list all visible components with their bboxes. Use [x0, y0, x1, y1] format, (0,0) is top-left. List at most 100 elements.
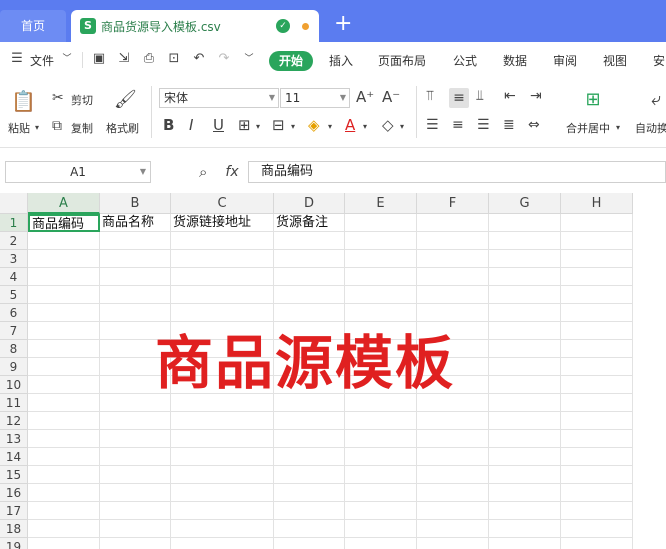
cell-d1[interactable]: 货源备注	[274, 214, 345, 232]
italic-icon[interactable]: I	[189, 117, 193, 133]
fill-color-icon[interactable]: ◈	[308, 117, 320, 133]
cell-a13[interactable]	[28, 430, 100, 448]
menu-page-layout[interactable]: 页面布局	[378, 52, 426, 69]
cell-g1[interactable]	[489, 214, 561, 232]
increase-font-icon[interactable]: A⁺	[356, 89, 374, 105]
cell-h4[interactable]	[561, 268, 633, 286]
cell-g13[interactable]	[489, 430, 561, 448]
cell-b5[interactable]	[100, 286, 171, 304]
cell-a2[interactable]	[28, 232, 100, 250]
undo-icon[interactable]: ↶	[192, 52, 206, 66]
cell-h17[interactable]	[561, 502, 633, 520]
cell-b1[interactable]: 商品名称	[100, 214, 171, 232]
cell-c2[interactable]	[171, 232, 274, 250]
cell-a11[interactable]	[28, 394, 100, 412]
cell-b2[interactable]	[100, 232, 171, 250]
cell-a9[interactable]	[28, 358, 100, 376]
cell-f14[interactable]	[417, 448, 489, 466]
cell-a5[interactable]	[28, 286, 100, 304]
row-header-15[interactable]: 15	[0, 466, 28, 484]
chevron-down-icon[interactable]: ▾	[256, 119, 260, 135]
bold-icon[interactable]: B	[163, 117, 174, 133]
cell-c19[interactable]	[171, 538, 274, 549]
fx-icon[interactable]: fx	[222, 164, 242, 180]
chevron-down-icon[interactable]: ▾	[616, 120, 620, 136]
cell-c3[interactable]	[171, 250, 274, 268]
cell-b17[interactable]	[100, 502, 171, 520]
cell-a3[interactable]	[28, 250, 100, 268]
cell-h18[interactable]	[561, 520, 633, 538]
tab-document[interactable]: S 商品货源导入模板.csv ✓	[71, 10, 319, 42]
distributed-icon[interactable]: ⇔	[528, 117, 540, 133]
auto-wrap-label[interactable]: 自动换	[635, 120, 666, 136]
cell-d5[interactable]	[274, 286, 345, 304]
cell-d2[interactable]	[274, 232, 345, 250]
cell-f16[interactable]	[417, 484, 489, 502]
row-header-7[interactable]: 7	[0, 322, 28, 340]
column-header-c[interactable]: C	[171, 193, 274, 214]
menu-review[interactable]: 审阅	[553, 52, 577, 69]
chevron-down-icon[interactable]: ﹀	[60, 52, 74, 66]
row-header-18[interactable]: 18	[0, 520, 28, 538]
menu-formula[interactable]: 公式	[453, 52, 477, 69]
cell-d4[interactable]	[274, 268, 345, 286]
menu-file[interactable]: 文件	[30, 52, 54, 69]
cell-c12[interactable]	[171, 412, 274, 430]
cell-g15[interactable]	[489, 466, 561, 484]
cell-b3[interactable]	[100, 250, 171, 268]
cell-a4[interactable]	[28, 268, 100, 286]
row-header-4[interactable]: 4	[0, 268, 28, 286]
cell-g14[interactable]	[489, 448, 561, 466]
column-header-e[interactable]: E	[345, 193, 417, 214]
cell-f3[interactable]	[417, 250, 489, 268]
tab-home[interactable]: 首页	[0, 10, 66, 42]
cell-e18[interactable]	[345, 520, 417, 538]
align-middle-icon[interactable]: ≡	[449, 88, 469, 108]
cell-b15[interactable]	[100, 466, 171, 484]
clear-format-icon[interactable]: ◇	[382, 117, 394, 133]
cell-h16[interactable]	[561, 484, 633, 502]
chevron-down-icon[interactable]: ▾	[363, 119, 367, 135]
cell-a15[interactable]	[28, 466, 100, 484]
cell-c13[interactable]	[171, 430, 274, 448]
underline-icon[interactable]: U	[213, 117, 224, 133]
cell-b19[interactable]	[100, 538, 171, 549]
cell-g4[interactable]	[489, 268, 561, 286]
cell-d15[interactable]	[274, 466, 345, 484]
cell-c4[interactable]	[171, 268, 274, 286]
cell-f4[interactable]	[417, 268, 489, 286]
cell-b18[interactable]	[100, 520, 171, 538]
cell-h5[interactable]	[561, 286, 633, 304]
save-icon[interactable]: ▣	[92, 52, 106, 66]
column-header-h[interactable]: H	[561, 193, 633, 214]
unsaved-dot-icon[interactable]	[302, 23, 309, 30]
more-chevron-icon[interactable]: ﹀	[242, 52, 256, 66]
border-icon[interactable]: ⊞	[238, 117, 251, 133]
column-header-f[interactable]: F	[417, 193, 489, 214]
cell-g18[interactable]	[489, 520, 561, 538]
cell-b4[interactable]	[100, 268, 171, 286]
cell-g2[interactable]	[489, 232, 561, 250]
row-header-17[interactable]: 17	[0, 502, 28, 520]
merge-center-label[interactable]: 合并居中	[566, 120, 610, 136]
cell-g16[interactable]	[489, 484, 561, 502]
indent-increase-icon[interactable]: ⇥	[530, 88, 542, 104]
cell-e3[interactable]	[345, 250, 417, 268]
cell-c15[interactable]	[171, 466, 274, 484]
cell-c5[interactable]	[171, 286, 274, 304]
cell-b13[interactable]	[100, 430, 171, 448]
align-top-icon[interactable]: ⫪	[426, 88, 434, 104]
cell-h15[interactable]	[561, 466, 633, 484]
cell-a8[interactable]	[28, 340, 100, 358]
cell-e15[interactable]	[345, 466, 417, 484]
cell-f2[interactable]	[417, 232, 489, 250]
cell-h6[interactable]	[561, 304, 633, 322]
cell-d14[interactable]	[274, 448, 345, 466]
cell-h7[interactable]	[561, 322, 633, 340]
menu-insert[interactable]: 插入	[329, 52, 353, 69]
cell-a19[interactable]	[28, 538, 100, 549]
cell-c18[interactable]	[171, 520, 274, 538]
scissors-icon[interactable]: ✂	[52, 90, 64, 106]
column-header-d[interactable]: D	[274, 193, 345, 214]
row-header-5[interactable]: 5	[0, 286, 28, 304]
